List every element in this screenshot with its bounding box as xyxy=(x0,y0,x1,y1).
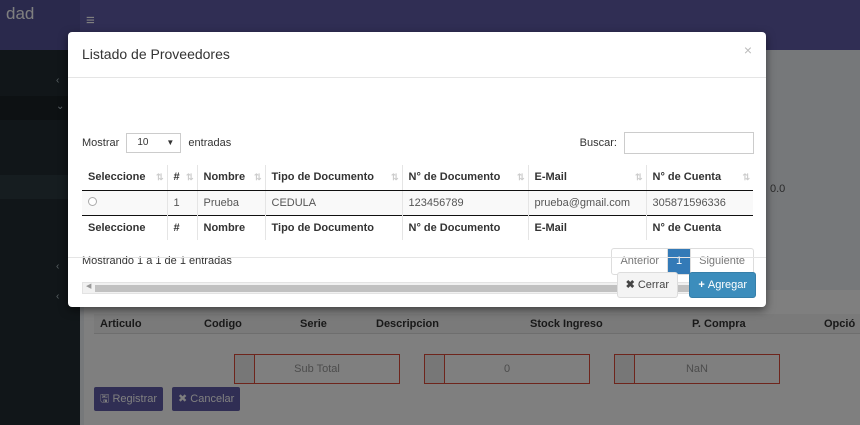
column-footer: Nombre xyxy=(197,214,266,240)
select-cell xyxy=(82,189,168,215)
column-header-num[interactable]: # ⇅ xyxy=(167,165,198,191)
column-header-email[interactable]: E-Mail ⇅ xyxy=(528,165,647,191)
column-header-nombre[interactable]: Nombre ⇅ xyxy=(197,165,266,191)
column-footer: E-Mail xyxy=(528,214,647,240)
column-header-tipo-documento[interactable]: Tipo de Documento ⇅ xyxy=(265,165,403,191)
sort-icon: ⇅ xyxy=(516,172,524,182)
email-cell: prueba@gmail.com xyxy=(528,189,647,215)
column-footer: Seleccione xyxy=(82,214,168,240)
close-icon: ✖ xyxy=(625,279,635,291)
sort-asc-icon: ⇅ xyxy=(155,172,163,182)
column-footer: N° de Documento xyxy=(402,214,529,240)
sort-icon: ⇅ xyxy=(185,172,193,182)
providers-modal: Listado de Proveedores × Mostrar 10 ▼ en… xyxy=(68,32,766,307)
page-length-control: Mostrar 10 ▼ entradas xyxy=(82,133,231,153)
modal-footer: ✖ Cerrar + Agregar xyxy=(68,257,766,307)
modal-header: Listado de Proveedores × xyxy=(68,32,766,78)
num-cell: 1 xyxy=(167,189,198,215)
close-icon[interactable]: × xyxy=(744,42,752,58)
add-button[interactable]: + Agregar xyxy=(689,272,756,298)
length-prefix: Mostrar xyxy=(82,136,120,149)
close-button[interactable]: ✖ Cerrar xyxy=(616,272,678,298)
providers-table: Seleccione ⇅ # ⇅ Nombre ⇅ Tipo de Documento… xyxy=(82,165,753,240)
table-row[interactable]: 1 Prueba CEDULA 123456789 prueba@gmail.c… xyxy=(82,189,753,215)
column-header-num-documento[interactable]: N° de Documento ⇅ xyxy=(402,165,529,191)
documento-cell: 123456789 xyxy=(402,189,529,215)
cuenta-cell: 305871596336 xyxy=(646,189,753,215)
sort-icon: ⇅ xyxy=(742,172,749,182)
column-footer: N° de Cuenta xyxy=(646,214,753,240)
column-footer: Tipo de Documento xyxy=(265,214,403,240)
search-label: Buscar: xyxy=(579,136,617,149)
search-input[interactable] xyxy=(624,132,754,154)
sort-icon: ⇅ xyxy=(253,172,261,182)
length-suffix: entradas xyxy=(188,136,232,149)
column-footer: # xyxy=(167,214,198,240)
tipo-cell: CEDULA xyxy=(265,189,403,215)
table-header-row: Seleccione ⇅ # ⇅ Nombre ⇅ Tipo de Documento… xyxy=(82,165,753,191)
select-radio[interactable] xyxy=(88,196,97,206)
modal-body: Mostrar 10 ▼ entradas Buscar: Seleccione… xyxy=(68,78,766,294)
page-length-select[interactable]: 10 ▼ xyxy=(126,133,182,153)
modal-title: Listado de Proveedores xyxy=(82,46,230,62)
table-footer-row: Seleccione # Nombre Tipo de Documento N°… xyxy=(82,214,753,240)
plus-icon: + xyxy=(698,279,705,291)
sort-icon: ⇅ xyxy=(634,172,642,182)
nombre-cell: Prueba xyxy=(197,189,266,215)
column-header-cuenta[interactable]: N° de Cuenta ⇅ xyxy=(646,165,753,191)
chevron-down-icon: ▼ xyxy=(166,138,175,147)
search-control: Buscar: xyxy=(580,132,754,154)
sort-icon: ⇅ xyxy=(390,172,398,182)
column-header-seleccione[interactable]: Seleccione ⇅ xyxy=(82,165,168,191)
